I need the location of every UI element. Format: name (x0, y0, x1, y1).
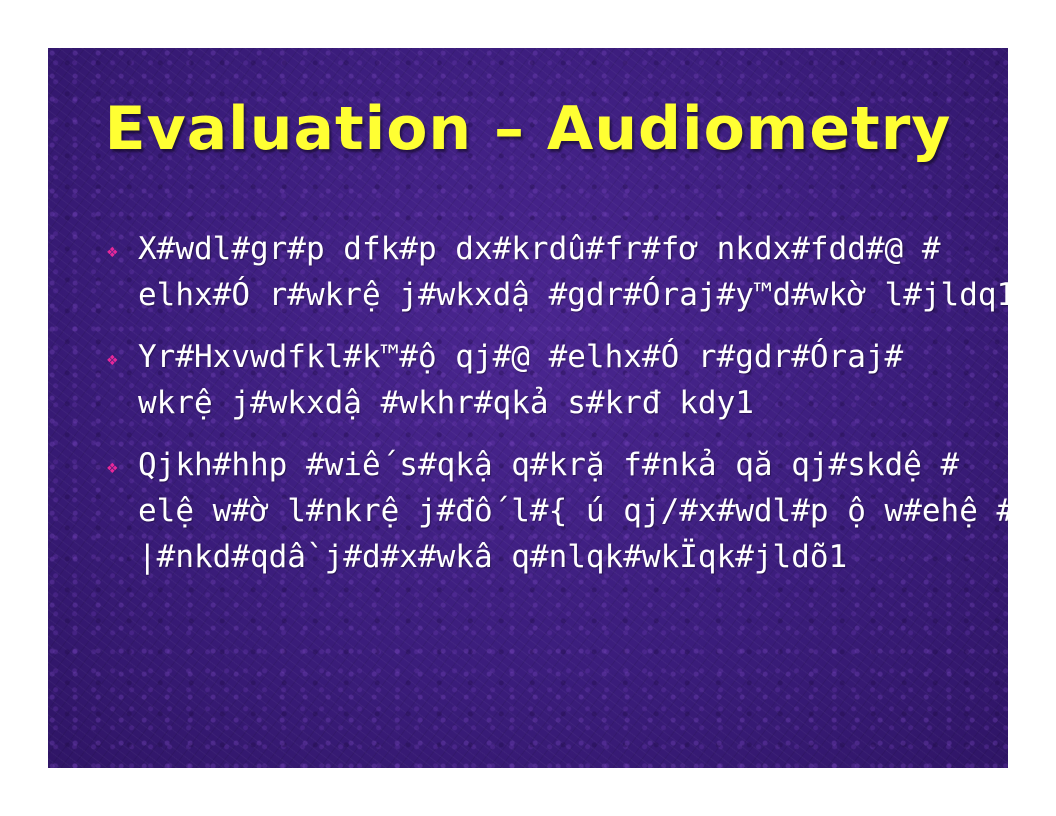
bullet-line: |#nkd#qdầ j#d#x#wkâ q#nlqk#wkÏqk#jldõ1 (138, 539, 848, 575)
slide-title: Evaluation – Audiometry (104, 94, 952, 164)
bullet-line: elhx#Ó r#wkrệ j#wkxdậ #gdr#Óraj#y™d#wkờ … (138, 277, 1008, 313)
bullet-item-1: ❖ X#wdl#gr#p dfk#p dx#krdû#fr#fơ nkdx#fd… (104, 226, 1008, 318)
bullet-line: elệ w#ờ l#nkrệ j#đố l#{ ú qj/#x#wdl#p ộ … (138, 493, 1008, 529)
bullet-line: X#wdl#gr#p dfk#p dx#krdû#fr#fơ nkdx#fdd#… (138, 231, 941, 267)
bullet-line: Yr#Hxvwdfkl#k™#ộ qj#@ #elhx#Ó r#gdr#Óraj… (138, 339, 904, 375)
bullet-line: Qjkh#hhp #wiế s#qkậ q#krặ f#nkả qă qj#sk… (138, 447, 960, 483)
four-diamond-bullet-icon: ❖ (106, 245, 119, 261)
bullet-line: wkrệ j#wkxdậ #wkhr#qkả s#krđ kdy1 (138, 385, 754, 421)
bullet-item-2: ❖ Yr#Hxvwdfkl#k™#ộ qj#@ #elhx#Ó r#gdr#Ór… (104, 334, 984, 426)
bullet-list: ❖ X#wdl#gr#p dfk#p dx#krdû#fr#fơ nkdx#fd… (104, 226, 1008, 596)
four-diamond-bullet-icon: ❖ (106, 353, 119, 369)
four-diamond-bullet-icon: ❖ (106, 461, 119, 477)
bullet-item-3: ❖ Qjkh#hhp #wiế s#qkậ q#krặ f#nkả qă qj#… (104, 442, 1008, 580)
slide: Evaluation – Audiometry ❖ X#wdl#gr#p dfk… (48, 48, 1008, 768)
